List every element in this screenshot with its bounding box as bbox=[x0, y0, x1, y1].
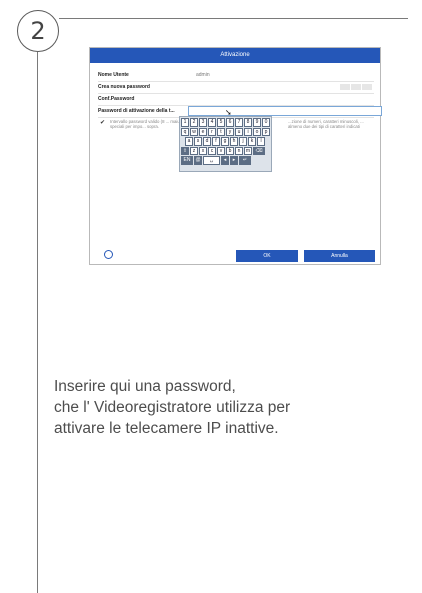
backspace-key[interactable]: ⌫ bbox=[253, 146, 265, 155]
confirm-password-row[interactable]: Conf.Password bbox=[98, 95, 374, 106]
right-arrow-key[interactable]: ▸ bbox=[230, 156, 238, 165]
key[interactable]: q bbox=[181, 127, 189, 136]
shift-key[interactable]: ⇧ bbox=[181, 146, 189, 155]
key[interactable]: j bbox=[239, 137, 247, 146]
camera-activation-password-input[interactable] bbox=[188, 106, 382, 116]
left-divider bbox=[37, 52, 38, 593]
password-strength-indicator bbox=[340, 84, 372, 90]
key[interactable]: k bbox=[248, 137, 256, 146]
key[interactable]: u bbox=[235, 127, 243, 136]
key[interactable]: 2 bbox=[190, 118, 198, 127]
key[interactable]: h bbox=[230, 137, 238, 146]
left-arrow-key[interactable]: ◂ bbox=[221, 156, 229, 165]
key[interactable]: c bbox=[208, 146, 216, 155]
language-key[interactable]: EN bbox=[181, 156, 193, 165]
power-icon[interactable] bbox=[104, 250, 113, 259]
space-key[interactable]: ␣ bbox=[203, 156, 220, 165]
camera-activation-password-label: Password di attivazione della t... bbox=[98, 108, 175, 114]
description-line: che l' Videoregistratore utilizza per bbox=[54, 399, 291, 416]
key[interactable]: y bbox=[226, 127, 234, 136]
key[interactable]: v bbox=[217, 146, 225, 155]
ok-button[interactable]: OK bbox=[236, 250, 298, 262]
top-divider bbox=[59, 18, 408, 19]
symbol-key[interactable]: @ bbox=[194, 156, 202, 165]
key[interactable]: r bbox=[208, 127, 216, 136]
key[interactable]: 0 bbox=[262, 118, 270, 127]
key[interactable]: 7 bbox=[235, 118, 243, 127]
key[interactable]: m bbox=[244, 146, 252, 155]
key[interactable]: i bbox=[244, 127, 252, 136]
key[interactable]: l bbox=[257, 137, 265, 146]
key[interactable]: f bbox=[212, 137, 220, 146]
key[interactable]: t bbox=[217, 127, 225, 136]
key[interactable]: 6 bbox=[226, 118, 234, 127]
key[interactable]: a bbox=[185, 137, 193, 146]
new-password-label: Crea nuova password bbox=[98, 84, 150, 90]
step-number: 2 bbox=[17, 10, 59, 52]
username-row: Nome Utente admin bbox=[98, 71, 374, 82]
key[interactable]: x bbox=[199, 146, 207, 155]
description-line: attivare le telecamere IP inattive. bbox=[54, 420, 279, 437]
activation-window: Attivazione Nome Utente admin Crea nuova… bbox=[89, 47, 382, 265]
key[interactable]: o bbox=[253, 127, 261, 136]
username-value: admin bbox=[196, 72, 210, 78]
step-description: Inserire qui una password, che l' Videor… bbox=[54, 376, 404, 439]
key[interactable]: 4 bbox=[208, 118, 216, 127]
on-screen-keyboard: 1 2 3 4 5 6 7 8 9 0 q w e r t y u i o p … bbox=[179, 116, 272, 172]
check-icon: ✔ bbox=[100, 120, 106, 126]
key[interactable]: 1 bbox=[181, 118, 189, 127]
username-label: Nome Utente bbox=[98, 72, 129, 78]
enter-key[interactable]: ↵ bbox=[239, 156, 251, 165]
mouse-cursor-icon: ➘ bbox=[225, 108, 232, 117]
key[interactable]: n bbox=[235, 146, 243, 155]
key[interactable]: g bbox=[221, 137, 229, 146]
window-title: Attivazione bbox=[90, 48, 380, 63]
cancel-button[interactable]: Annulla bbox=[304, 250, 375, 262]
key[interactable]: 5 bbox=[217, 118, 225, 127]
key[interactable]: z bbox=[190, 146, 198, 155]
confirm-password-label: Conf.Password bbox=[98, 96, 135, 102]
key[interactable]: e bbox=[199, 127, 207, 136]
hint-text-right: ...zione di numeri, caratteri minuscoli,… bbox=[288, 119, 364, 130]
key[interactable]: s bbox=[194, 137, 202, 146]
key[interactable]: w bbox=[190, 127, 198, 136]
key[interactable]: 3 bbox=[199, 118, 207, 127]
description-line: Inserire qui una password, bbox=[54, 378, 236, 395]
new-password-row[interactable]: Crea nuova password bbox=[98, 83, 374, 94]
key[interactable]: b bbox=[226, 146, 234, 155]
key[interactable]: 9 bbox=[253, 118, 261, 127]
key[interactable]: d bbox=[203, 137, 211, 146]
key[interactable]: p bbox=[262, 127, 270, 136]
key[interactable]: 8 bbox=[244, 118, 252, 127]
